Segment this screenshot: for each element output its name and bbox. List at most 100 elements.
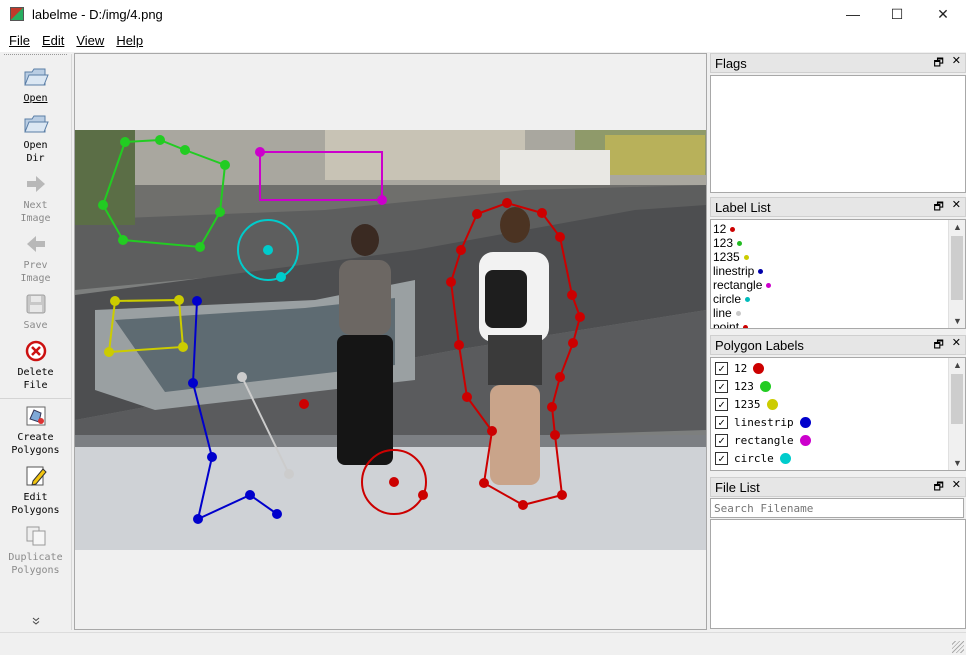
color-dot-icon [743,324,749,328]
annotated-image[interactable] [75,130,706,550]
delete-circle-icon [23,338,49,364]
checkbox-checked[interactable]: ✓ [715,469,728,470]
create-polygons-label: Create Polygons [11,432,60,456]
checkbox-checked[interactable]: ✓ [715,451,728,465]
create-polygons-button[interactable]: Create Polygons [0,398,71,457]
menu-edit-label: Edit [41,32,65,48]
open-button[interactable]: Open [0,64,71,105]
prev-image-button[interactable]: Prev Image [0,231,71,285]
polygon-label-text: rectangle [734,433,794,447]
label-text: 1235 [713,250,740,264]
open-label: Open [23,93,48,104]
polygon-label-text: 1235 [734,397,761,411]
float-icon[interactable]: 🗗 [933,478,943,497]
canvas-area[interactable] [74,53,707,630]
polygon-label-row[interactable]: ✓ linestrip [711,413,965,431]
file-list-title: File List [715,479,760,495]
scroll-up-icon[interactable]: ▲ [949,220,965,234]
checkbox-checked[interactable]: ✓ [715,361,728,375]
label-list-item[interactable]: point [711,320,965,328]
toolbar-grip[interactable] [4,54,67,58]
label-list-dock: Label List 🗗 ✕ 12 123 1235 linestrip rec… [710,197,966,329]
float-icon[interactable]: 🗗 [933,54,943,73]
float-icon[interactable]: 🗗 [933,198,943,217]
flags-list[interactable] [710,75,966,193]
scroll-down-icon[interactable]: ▼ [949,314,965,328]
menu-help-label: Help [116,32,144,48]
toolbar-more-icon[interactable] [32,617,40,628]
save-button[interactable]: Save [0,291,71,332]
scroll-thumb[interactable] [951,236,963,300]
edit-polygons-button[interactable]: Edit Polygons [0,463,71,517]
checkbox-checked[interactable]: ✓ [715,433,728,447]
duplicate-icon [23,523,49,549]
polygon-label-row[interactable]: ✓ line [711,467,965,471]
label-list-item[interactable]: line [711,306,965,320]
checkbox-checked[interactable]: ✓ [715,379,728,393]
folder-open-icon [23,111,49,137]
color-dot-icon [799,434,811,446]
next-image-button[interactable]: Next Image [0,171,71,225]
duplicate-polygons-button[interactable]: Duplicate Polygons [0,523,71,577]
point-shape[interactable] [299,399,309,409]
label-list-item[interactable]: 123 [711,236,965,250]
scroll-thumb[interactable] [951,374,963,424]
floppy-disk-icon [23,291,49,317]
polygon-label-row[interactable]: ✓ 123 [711,377,965,395]
polygon-label-row[interactable]: ✓ 1235 [711,395,965,413]
image-canvas[interactable] [75,130,706,550]
label-list-item[interactable]: 12 [711,222,965,236]
resize-grip-icon[interactable] [952,641,964,653]
flags-dock: Flags 🗗 ✕ [710,53,966,193]
label-text: 12 [713,222,727,236]
label-list-item[interactable]: 1235 [711,250,965,264]
label-text: line [713,306,732,320]
color-dot-icon [743,254,749,260]
file-list-dock-title[interactable]: File List 🗗 ✕ [710,477,966,497]
minimize-button[interactable]: — [830,0,876,28]
menu-view[interactable]: View [71,33,109,48]
file-list[interactable] [710,519,966,629]
polygon-labels-dock-title[interactable]: Polygon Labels 🗗 ✕ [710,335,966,355]
color-dot-icon [735,310,741,316]
save-label: Save [23,320,48,331]
scroll-up-icon[interactable]: ▲ [949,358,965,372]
polygon-label-row[interactable]: ✓ 12 [711,359,965,377]
flags-dock-title[interactable]: Flags 🗗 ✕ [710,53,966,73]
close-button[interactable]: ✕ [920,0,966,28]
search-filename-input[interactable] [710,498,964,518]
maximize-button[interactable]: ☐ [874,0,920,28]
scroll-down-icon[interactable]: ▼ [949,456,965,470]
close-icon[interactable]: ✕ [952,336,961,355]
polygon-label-row[interactable]: ✓ circle [711,449,965,467]
open-dir-button[interactable]: Open Dir [0,111,71,165]
color-dot-icon [759,380,771,392]
polygon-label-row[interactable]: ✓ rectangle [711,431,965,449]
label-list-item[interactable]: linestrip [711,264,965,278]
label-text: 123 [713,236,734,250]
menu-file[interactable]: File [4,33,35,48]
label-list-item[interactable]: circle [711,292,965,306]
menu-bar: File Edit View Help [0,28,966,52]
polygon-label-text: 123 [734,379,754,393]
tool-bar: Open Open Dir Next Image Prev Image Save… [0,54,72,630]
close-icon[interactable]: ✕ [952,54,961,73]
checkbox-checked[interactable]: ✓ [715,397,728,411]
label-list-scrollbar[interactable]: ▲ ▼ [948,220,965,328]
label-list-dock-title[interactable]: Label List 🗗 ✕ [710,197,966,217]
close-icon[interactable]: ✕ [952,198,961,217]
label-list[interactable]: 12 123 1235 linestrip rectangle circle l… [710,219,966,329]
label-list-item[interactable]: rectangle [711,278,965,292]
menu-file-label: File [9,32,30,48]
arrow-right-icon [23,171,49,197]
menu-help[interactable]: Help [111,33,148,48]
close-icon[interactable]: ✕ [952,478,961,497]
next-image-label: Next Image [20,200,51,224]
polygon-labels-scrollbar[interactable]: ▲ ▼ [948,358,965,470]
float-icon[interactable]: 🗗 [933,336,943,355]
delete-file-button[interactable]: Delete File [0,338,71,392]
checkbox-checked[interactable]: ✓ [715,415,728,429]
menu-edit[interactable]: Edit [37,33,69,48]
polygon-labels-list[interactable]: ✓ 12 ✓ 123 ✓ 1235 ✓ linestrip ✓ rectangle ✓ ci… [710,357,966,471]
polygon-label-text: line [734,470,761,471]
